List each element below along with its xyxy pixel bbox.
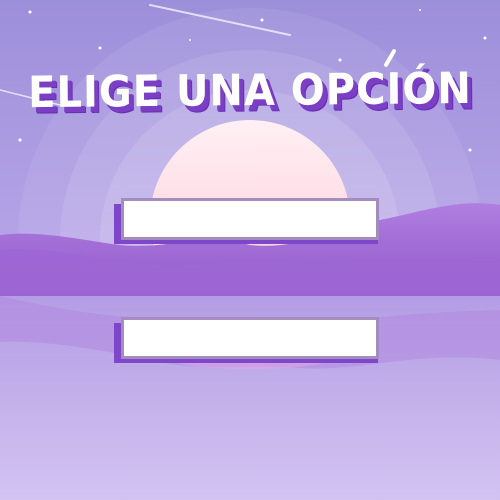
option-1	[114, 198, 380, 244]
page-title: ELIGE UNA OPCIÓN	[27, 64, 473, 118]
option-2	[114, 317, 380, 363]
option-2-button[interactable]	[121, 317, 379, 359]
option-1-button[interactable]	[121, 198, 379, 240]
